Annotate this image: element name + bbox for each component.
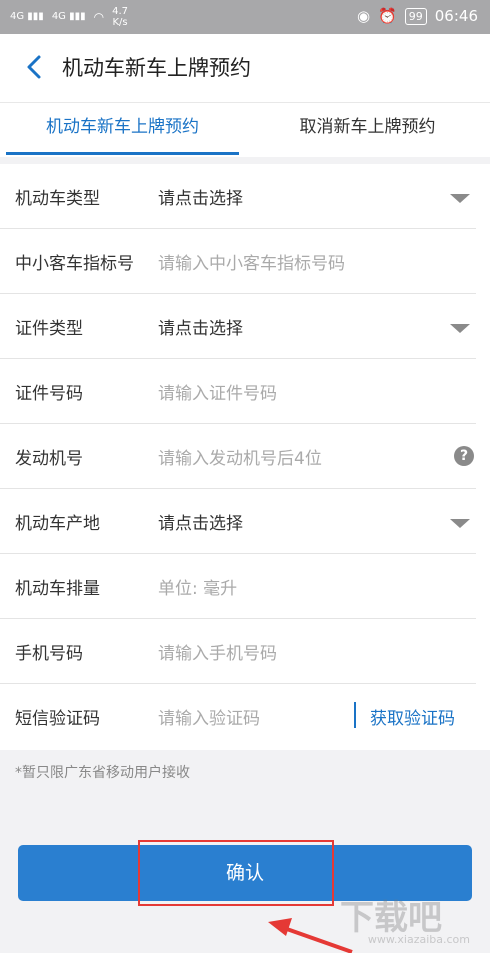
sms-code-row: 短信验证码 请输入验证码 获取验证码 xyxy=(0,684,490,749)
id-type-row[interactable]: 证件类型 请点击选择 xyxy=(0,294,490,359)
phone-row: 手机号码 请输入手机号码 xyxy=(0,619,490,684)
battery-indicator: 99 xyxy=(404,7,427,25)
vehicle-origin-row[interactable]: 机动车产地 请点击选择 xyxy=(0,489,490,554)
tab-cancel-appointment[interactable]: 取消新车上牌预约 xyxy=(245,103,490,157)
vehicle-type-label: 机动车类型 xyxy=(15,189,100,209)
vehicle-type-select[interactable]: 请点击选择 xyxy=(158,184,243,209)
signal-icon-2: 4G ▮▮▮ xyxy=(51,11,86,22)
appointment-form: 机动车类型 请点击选择 中小客车指标号 请输入中小客车指标号码 证件类型 请点击… xyxy=(0,164,490,750)
signal-icon: 4G ▮▮▮ xyxy=(10,11,44,22)
id-number-label: 证件号码 xyxy=(15,384,83,404)
id-type-label: 证件类型 xyxy=(15,319,83,339)
engine-number-row: 发动机号 请输入发动机号后4位 ? xyxy=(0,424,490,489)
vehicle-origin-label: 机动车产地 xyxy=(15,514,100,534)
back-arrow-icon[interactable] xyxy=(20,52,50,82)
dropdown-arrow-icon[interactable] xyxy=(450,194,470,203)
sms-note: *暂只限广东省移动用户接收 xyxy=(15,765,190,781)
phone-label: 手机号码 xyxy=(15,644,83,664)
displacement-input[interactable]: 单位: 毫升 xyxy=(158,574,237,599)
wifi-icon: ◠ xyxy=(93,10,105,24)
tab-new-appointment[interactable]: 机动车新车上牌预约 xyxy=(0,103,245,157)
sms-code-label: 短信验证码 xyxy=(15,709,100,729)
vehicle-type-row[interactable]: 机动车类型 请点击选择 xyxy=(0,164,490,229)
status-bar: 4G ▮▮▮ 4G ▮▮▮ ◠ 4.7 K/s ◉ ⏰ 99 06:46 xyxy=(0,0,490,34)
alarm-icon: ⏰ xyxy=(378,7,397,25)
dropdown-arrow-icon[interactable] xyxy=(450,324,470,333)
sms-code-input[interactable]: 请输入验证码 xyxy=(158,704,260,729)
tab-bar: 机动车新车上牌预约 取消新车上牌预约 xyxy=(0,102,490,157)
quota-number-row: 中小客车指标号 请输入中小客车指标号码 xyxy=(0,229,490,294)
id-number-row: 证件号码 请输入证件号码 xyxy=(0,359,490,424)
engine-number-input[interactable]: 请输入发动机号后4位 xyxy=(158,444,322,469)
app-header: 机动车新车上牌预约 xyxy=(0,34,490,102)
displacement-label: 机动车排量 xyxy=(15,579,100,599)
quota-number-input[interactable]: 请输入中小客车指标号码 xyxy=(158,249,345,274)
page-title: 机动车新车上牌预约 xyxy=(62,56,251,80)
get-code-button[interactable]: 获取验证码 xyxy=(370,704,455,729)
vehicle-origin-select[interactable]: 请点击选择 xyxy=(158,509,243,534)
eye-icon: ◉ xyxy=(356,7,371,25)
separator xyxy=(354,702,356,728)
dropdown-arrow-icon[interactable] xyxy=(450,519,470,528)
id-type-select[interactable]: 请点击选择 xyxy=(158,314,243,339)
phone-input[interactable]: 请输入手机号码 xyxy=(158,639,277,664)
help-icon[interactable]: ? xyxy=(454,446,474,466)
engine-number-label: 发动机号 xyxy=(15,449,83,469)
id-number-input[interactable]: 请输入证件号码 xyxy=(158,379,277,404)
clock: 06:46 xyxy=(434,7,478,25)
active-tab-indicator xyxy=(6,152,239,155)
net-speed: 4.7 K/s xyxy=(112,6,129,28)
displacement-row: 机动车排量 单位: 毫升 xyxy=(0,554,490,619)
watermark-logo: 下载吧 www.xiazaiba.com xyxy=(340,898,470,946)
quota-number-label: 中小客车指标号 xyxy=(15,254,134,274)
